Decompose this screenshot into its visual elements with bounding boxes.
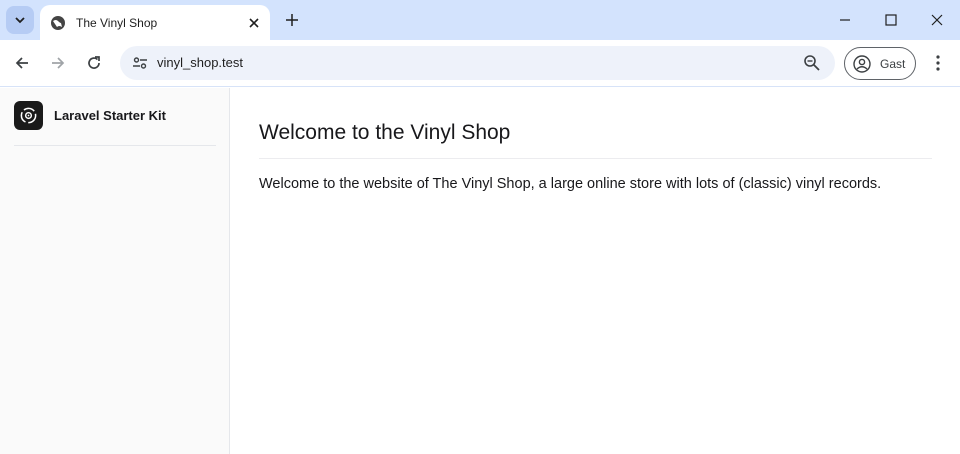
page-title: Welcome to the Vinyl Shop [259, 121, 511, 144]
main-content: Welcome to the Vinyl Shop Welcome to the… [259, 88, 932, 192]
sidebar-divider [14, 145, 216, 146]
app-logo [14, 101, 43, 130]
sidebar: Laravel Starter Kit [0, 88, 230, 454]
more-menu-button[interactable] [928, 53, 948, 73]
maximize-button[interactable] [881, 10, 901, 30]
tab-the-vinyl-shop[interactable]: The Vinyl Shop [40, 5, 270, 40]
title-bar: The Vinyl Shop [0, 0, 960, 40]
site-settings-icon [133, 57, 147, 69]
profile-icon [853, 54, 871, 73]
welcome-text: Welcome to the website of The Vinyl Shop… [259, 176, 882, 192]
tab-search-button[interactable] [6, 6, 34, 34]
more-menu-icon [936, 55, 940, 71]
maximize-icon [885, 14, 897, 26]
close-window-button[interactable] [927, 10, 947, 30]
address-url[interactable]: vinyl_shop.test [157, 55, 243, 70]
chevron-down-icon [15, 17, 25, 24]
profile-name: Gast [880, 56, 906, 71]
zoom-icon[interactable] [803, 54, 821, 72]
vinyl-logo-icon [20, 107, 37, 124]
tab-title: The Vinyl Shop [76, 15, 158, 30]
brand-name: Laravel Starter Kit [54, 108, 166, 123]
forward-button[interactable] [46, 51, 70, 75]
back-icon [15, 57, 28, 69]
address-bar[interactable]: vinyl_shop.test [120, 46, 835, 80]
reload-icon [88, 56, 100, 69]
browser-toolbar: vinyl_shop.test Gast [0, 40, 960, 87]
title-divider [259, 158, 932, 159]
forward-icon [52, 57, 65, 69]
close-window-icon [931, 14, 943, 26]
minimize-button[interactable] [835, 10, 855, 30]
tab-close-button[interactable] [246, 15, 262, 31]
new-tab-button[interactable] [281, 9, 303, 31]
site-settings-button[interactable] [128, 51, 152, 75]
brand-link[interactable]: Laravel Starter Kit [14, 101, 166, 130]
plus-icon [286, 14, 298, 26]
reload-button[interactable] [82, 51, 106, 75]
back-button[interactable] [10, 51, 34, 75]
minimize-icon [840, 19, 850, 21]
close-icon [249, 17, 259, 28]
profile-button[interactable]: Gast [844, 47, 916, 80]
globe-icon [51, 15, 65, 30]
